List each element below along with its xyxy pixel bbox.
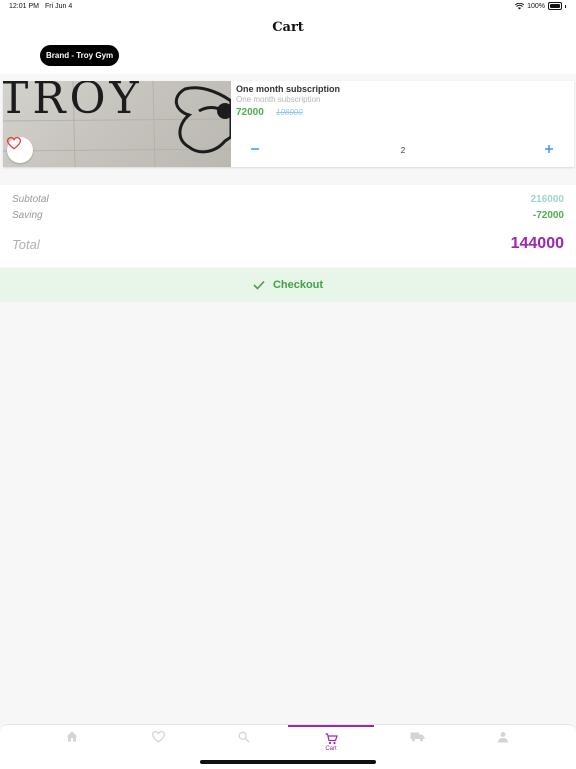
check-icon bbox=[253, 280, 265, 290]
battery-percent: 100% bbox=[527, 2, 545, 10]
cart-item[interactable]: TROY One month subscription One month su… bbox=[3, 81, 574, 167]
quantity-decrease-button[interactable] bbox=[246, 143, 264, 157]
checkout-button[interactable]: Checkout bbox=[0, 268, 576, 302]
nav-home[interactable] bbox=[29, 725, 115, 763]
status-bar: 12:01 PM Fri Jun 4 100% bbox=[0, 0, 576, 14]
status-time: 12:01 PM bbox=[9, 3, 39, 10]
truck-icon bbox=[410, 732, 424, 742]
home-indicator bbox=[200, 760, 376, 764]
item-price: 72000 bbox=[236, 107, 264, 118]
nav-cart[interactable]: Cart bbox=[288, 725, 374, 763]
nav-cart-label: Cart bbox=[325, 746, 337, 752]
status-right: 100% bbox=[515, 2, 566, 10]
item-title: One month subscription bbox=[236, 84, 341, 94]
status-date: Fri Jun 4 bbox=[45, 3, 73, 10]
nav-orders[interactable] bbox=[374, 725, 460, 763]
favorite-button[interactable] bbox=[7, 137, 33, 163]
nav-favorites[interactable] bbox=[115, 725, 201, 763]
nav-search[interactable] bbox=[201, 725, 287, 763]
image-logo-text: TROY bbox=[3, 81, 143, 124]
item-old-price: 108000 bbox=[276, 108, 303, 117]
battery-tip bbox=[565, 4, 566, 8]
heart-outline-icon bbox=[7, 137, 21, 150]
subtotal-label: Subtotal bbox=[12, 194, 49, 205]
product-image-art: TROY bbox=[3, 81, 231, 167]
page-title: Cart bbox=[272, 20, 304, 35]
wifi-icon bbox=[515, 2, 525, 9]
order-summary: Subtotal 216000 Saving -72000 Total 1440… bbox=[0, 185, 576, 267]
total-label: Total bbox=[12, 237, 40, 252]
brand-chip[interactable]: Brand - Troy Gym bbox=[40, 45, 120, 66]
item-subtitle: One month subscription bbox=[236, 95, 321, 104]
header: Cart Brand - Troy Gym bbox=[0, 14, 576, 74]
nav-profile[interactable] bbox=[460, 725, 546, 763]
plus-icon bbox=[545, 145, 553, 153]
product-image: TROY bbox=[3, 81, 231, 167]
home-icon bbox=[66, 731, 78, 742]
quantity-value: 2 bbox=[400, 146, 406, 155]
quantity-increase-button[interactable] bbox=[540, 143, 558, 157]
search-icon bbox=[238, 731, 250, 743]
minus-icon bbox=[251, 148, 259, 150]
total-value: 144000 bbox=[510, 235, 564, 252]
cart-icon bbox=[325, 733, 338, 745]
battery-icon bbox=[548, 2, 562, 10]
saving-label: Saving bbox=[12, 210, 43, 221]
subtotal-value: 216000 bbox=[530, 194, 564, 205]
saving-value: -72000 bbox=[532, 210, 564, 221]
heart-icon bbox=[151, 731, 165, 743]
checkout-label: Checkout bbox=[272, 279, 324, 291]
person-icon bbox=[498, 732, 508, 743]
